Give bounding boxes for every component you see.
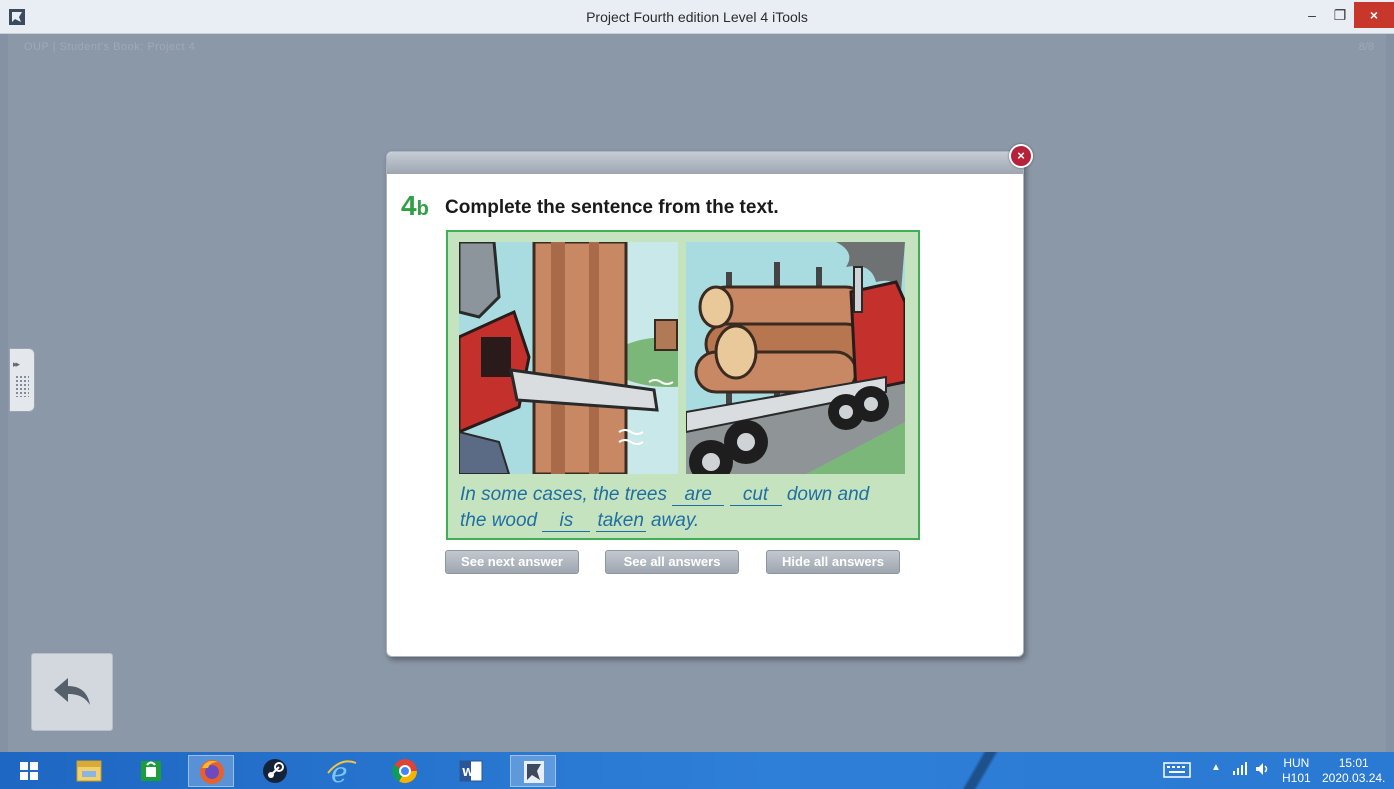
sentence-text: the wood [460,510,543,531]
grip-icon [15,375,29,397]
firefox-icon[interactable] [188,755,234,787]
answer-blank-1[interactable]: are [672,485,725,506]
clock-time: 15:01 [1338,756,1369,770]
window-title: Project Fourth edition Level 4 iTools [586,9,808,25]
start-icon[interactable] [6,755,52,787]
answer-sentence: In some cases, the trees are cut down an… [460,482,910,534]
answer-blank-3[interactable]: is [542,511,591,532]
chrome-icon[interactable] [382,755,428,787]
double-chevron-right-icon: ▸▸ [13,359,20,369]
steam-icon[interactable] [252,755,298,787]
breadcrumb: OUP | Student's Book: Project 4 [24,41,196,53]
itools-icon[interactable] [510,755,556,787]
exercise-title: Complete the sentence from the text. [445,197,779,218]
restore-button[interactable]: ❐ [1326,2,1354,28]
word-icon[interactable]: W [448,755,494,787]
close-dialog-button[interactable]: × [1009,144,1033,168]
language-code: HUN [1283,756,1310,770]
answer-blank-4[interactable]: taken [595,511,646,532]
side-panel-toggle[interactable]: ▸▸ [9,348,35,412]
exercise-panel: In some cases, the trees are cut down an… [446,230,920,540]
internet-explorer-icon[interactable]: e [318,755,364,789]
answer-blank-2[interactable]: cut [729,485,782,506]
see-all-answers-button[interactable]: See all answers [605,550,739,574]
show-hidden-icons-icon[interactable]: ▲ [1211,762,1221,789]
dialog-header-bar [387,152,1023,174]
exercise-number-main: 4 [401,190,417,221]
title-bar: Project Fourth edition Level 4 iTools – … [0,0,1394,34]
file-explorer-icon[interactable] [66,755,112,787]
keyboard-layout: H101 [1282,771,1311,785]
hide-all-answers-button[interactable]: Hide all answers [766,550,900,574]
keyboard-icon[interactable] [1163,760,1191,780]
store-icon[interactable] [128,755,174,787]
input-language-indicator[interactable]: HUN H101 [1282,756,1311,789]
network-icon[interactable] [1232,760,1248,789]
taskbar-decoration [950,752,1010,789]
exercise-number-sub: b [416,198,429,220]
svg-text:W: W [462,766,474,779]
sentence-text: down and [781,484,870,505]
clock-date: 2020.03.24. [1322,771,1386,785]
page-counter: 8/8 [1358,41,1374,53]
close-window-button[interactable]: × [1354,2,1394,28]
exercise-dialog: × 4b Complete the sentence from the text… [386,144,1033,657]
chainsaw-illustration [459,242,678,474]
see-next-answer-button[interactable]: See next answer [445,550,579,574]
exercise-number: 4b [401,190,429,222]
logging-truck-illustration [686,242,905,474]
minimize-button[interactable]: – [1298,2,1326,28]
back-button[interactable] [31,653,113,731]
volume-icon[interactable] [1254,761,1270,789]
system-clock[interactable]: 15:01 2020.03.24. [1322,756,1385,789]
taskbar: e W ▲ HUN H101 15:01 2020.03.24. [0,752,1394,789]
sentence-text: away. [645,510,700,531]
sentence-text: In some cases, the trees [460,484,673,505]
undo-arrow-icon [54,678,90,705]
